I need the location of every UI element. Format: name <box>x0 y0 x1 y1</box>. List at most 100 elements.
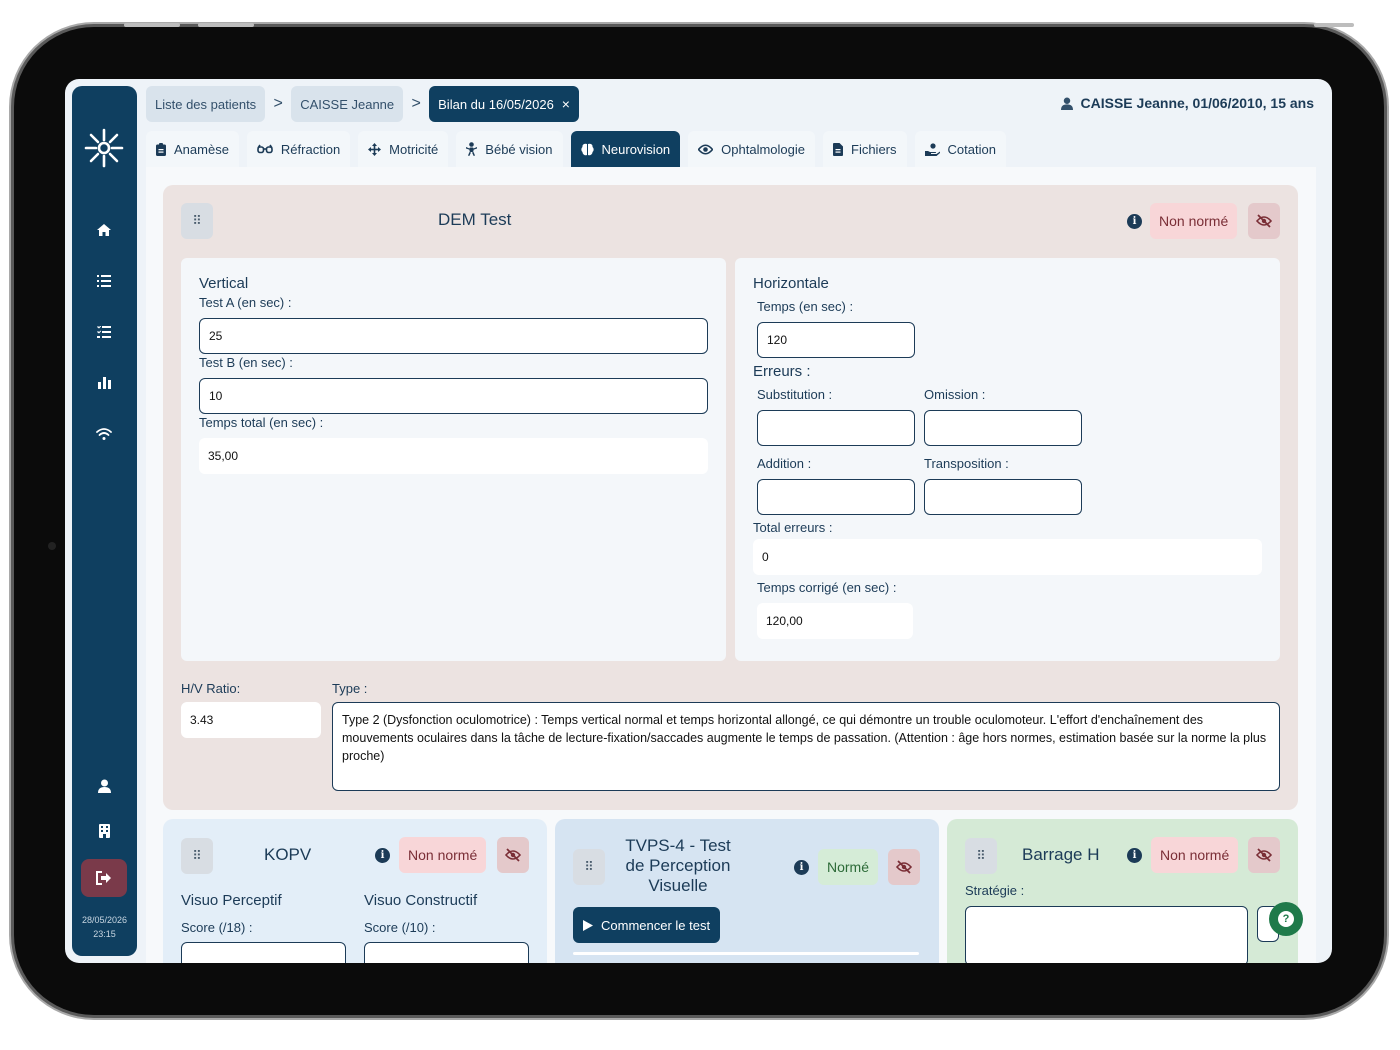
chevron-right-icon: > <box>411 95 421 112</box>
strategie-input[interactable] <box>965 906 1248 963</box>
sidebar-time: 23:15 <box>93 929 116 939</box>
main-content: ⠿ DEM Test i Non normé Vertical Test A (… <box>146 167 1316 963</box>
tab-cotation[interactable]: Cotation <box>914 131 1006 167</box>
score-perceptif-label: Score (/18) : <box>181 920 253 935</box>
breadcrumb-patients[interactable]: Liste des patients <box>146 86 266 122</box>
addition-label: Addition : <box>757 456 812 471</box>
eye-slash-icon <box>505 848 521 862</box>
drag-handle-icon[interactable]: ⠿ <box>181 203 213 239</box>
kopv-title: KOPV <box>264 845 312 864</box>
breadcrumb-bilan[interactable]: Bilan du 16/05/2026 × <box>429 86 579 122</box>
file-icon <box>833 142 843 156</box>
info-icon[interactable]: i <box>375 848 390 863</box>
dem-test-card: ⠿ DEM Test i Non normé Vertical Test A (… <box>163 185 1298 810</box>
constructif-label: Visuo Constructif <box>364 892 478 909</box>
hide-toggle[interactable] <box>1248 203 1280 239</box>
tab-label: Motricité <box>389 141 439 157</box>
brain-icon <box>580 143 594 155</box>
hide-toggle[interactable] <box>1248 837 1280 873</box>
arrows-icon <box>368 142 382 156</box>
tab-ophtalmologie[interactable]: Ophtalmologie <box>688 131 815 167</box>
camera-dot <box>48 542 56 550</box>
breadcrumb: Liste des patients > CAISSE Jeanne > Bil… <box>146 86 579 122</box>
tab-label: Cotation <box>947 141 996 157</box>
close-icon[interactable]: × <box>562 96 570 112</box>
app-screen: 28/05/2026 23:15 Liste des patients > CA… <box>65 79 1332 963</box>
erreurs-label: Erreurs : <box>753 363 811 380</box>
status-badge: Non normé <box>399 837 487 873</box>
sidebar-list[interactable] <box>88 265 120 297</box>
tvps-field-edge <box>573 952 919 955</box>
logout-button[interactable] <box>81 859 127 897</box>
perceptif-label: Visuo Perceptif <box>181 892 282 909</box>
transposition-label: Transposition : <box>924 456 1009 471</box>
hide-toggle[interactable] <box>888 849 920 885</box>
start-test-button[interactable]: Commencer le test <box>573 907 721 943</box>
baby-icon <box>466 142 478 156</box>
tab-motricite[interactable]: Motricité <box>358 131 449 167</box>
total-erreurs-label: Total erreurs : <box>753 520 833 535</box>
sidebar-building[interactable] <box>88 815 120 847</box>
substitution-label: Substitution : <box>757 387 833 402</box>
question-icon: ? <box>1278 911 1294 927</box>
barrage-title: Barrage H <box>1022 845 1100 864</box>
hide-toggle[interactable] <box>497 837 529 873</box>
tab-bar: Anamèse Réfraction Motricité Bébé vision… <box>146 131 1006 167</box>
total-erreurs-value: 0 <box>753 539 1262 575</box>
temps-label: Temps (en sec) : <box>757 299 854 314</box>
info-icon[interactable]: i <box>1127 214 1142 229</box>
sidebar-home[interactable] <box>88 214 120 246</box>
test-a-input[interactable]: 25 <box>199 318 708 354</box>
clipboard-icon <box>156 142 166 156</box>
tab-label: Fichiers <box>851 141 897 157</box>
tab-bebe-vision[interactable]: Bébé vision <box>456 131 563 167</box>
volume-button <box>198 23 254 27</box>
test-a-label: Test A (en sec) : <box>199 295 292 310</box>
volume-button <box>124 23 180 27</box>
score-constructif-input[interactable] <box>364 942 529 963</box>
total-time-value: 35,00 <box>199 438 708 474</box>
total-time-label: Temps total (en sec) : <box>199 415 324 430</box>
temps-input[interactable]: 120 <box>757 322 915 358</box>
tab-anamnese[interactable]: Anamèse <box>146 131 239 167</box>
hand-coin-icon <box>924 142 940 156</box>
chart-icon <box>97 377 111 389</box>
info-icon[interactable]: i <box>794 860 809 875</box>
info-icon[interactable]: i <box>1127 848 1142 863</box>
drag-handle-icon[interactable]: ⠿ <box>181 838 213 874</box>
score-perceptif-input[interactable] <box>181 942 346 963</box>
chevron-right-icon: > <box>273 95 283 112</box>
eye-slash-icon <box>1256 214 1272 228</box>
power-button <box>1314 23 1354 27</box>
sidebar-wifi[interactable] <box>88 418 120 450</box>
eye-slash-icon <box>1256 848 1272 862</box>
omission-input[interactable] <box>924 410 1082 446</box>
omission-label: Omission : <box>924 387 986 402</box>
drag-handle-icon[interactable]: ⠿ <box>573 849 605 885</box>
dem-title: DEM Test <box>438 210 512 229</box>
temps-corrige-value: 120,00 <box>757 603 913 639</box>
status-badge: Normé <box>818 849 879 885</box>
sidebar-user[interactable] <box>88 770 120 802</box>
test-b-input[interactable]: 10 <box>199 378 708 414</box>
start-test-label: Commencer le test <box>601 917 711 933</box>
drag-handle-icon[interactable]: ⠿ <box>965 838 997 874</box>
addition-input[interactable] <box>757 479 915 515</box>
type-textarea[interactable]: Type 2 (Dysfonction oculomotrice) : Temp… <box>332 702 1280 791</box>
user-icon <box>97 779 111 793</box>
tvps-title: TVPS-4 - Test de Perception Visuelle <box>613 836 743 896</box>
tab-label: Ophtalmologie <box>721 141 805 157</box>
sidebar-stats[interactable] <box>88 367 120 399</box>
tab-fichiers[interactable]: Fichiers <box>823 131 907 167</box>
breadcrumb-patient[interactable]: CAISSE Jeanne <box>291 86 404 122</box>
sidebar-checklist[interactable] <box>88 316 120 348</box>
transposition-input[interactable] <box>924 479 1082 515</box>
help-button[interactable]: ? <box>1269 902 1303 936</box>
checklist-icon <box>97 326 111 338</box>
status-badge: Non normé <box>1150 203 1238 239</box>
tab-neurovision[interactable]: Neurovision <box>570 131 681 167</box>
score-constructif-label: Score (/10) : <box>364 920 436 935</box>
tab-refraction[interactable]: Réfraction <box>246 131 351 167</box>
substitution-input[interactable] <box>757 410 915 446</box>
home-icon <box>97 224 111 236</box>
